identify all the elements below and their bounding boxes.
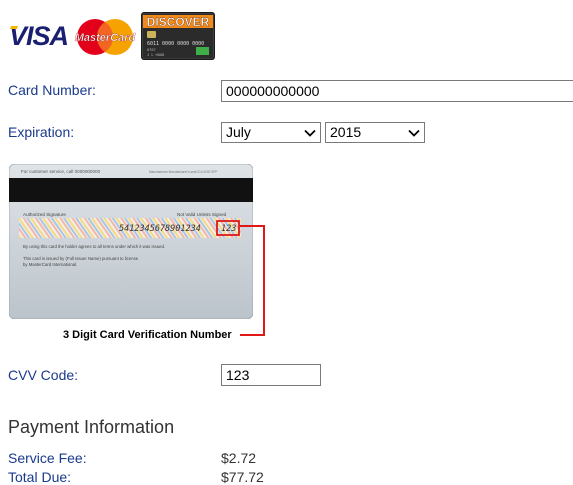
expiration-year-value: 2015: [330, 124, 362, 140]
discover-card-logo: DISCOVER 6011 0000 0000 0000 0707 J L HO…: [141, 12, 215, 60]
card-back-not-valid: Not Valid Unless Signed: [177, 212, 227, 217]
service-fee-label: Service Fee:: [8, 450, 87, 466]
svg-text:6011 0000 0000 0000: 6011 0000 0000 0000: [147, 41, 204, 47]
card-back-signature-number: 5412345678901234: [119, 224, 201, 234]
card-back-signature-label: Authorized Signature: [23, 212, 66, 217]
expiration-month-value: July: [226, 124, 251, 140]
card-back-issued-line1: This card is issued by (Full Issuer Name…: [23, 256, 139, 261]
total-due-value: $77.72: [221, 469, 264, 485]
card-number-label: Card Number:: [8, 82, 96, 98]
card-back-terms-line: By using this card the holder agrees to …: [23, 244, 165, 249]
card-back-cvv-digits: 123: [221, 224, 236, 234]
svg-text:0707: 0707: [147, 48, 156, 52]
expiration-label: Expiration:: [8, 124, 75, 140]
service-fee-value: $2.72: [221, 450, 257, 466]
cvv-code-label: CVV Code:: [8, 367, 79, 383]
cvv-code-input[interactable]: 123: [221, 364, 321, 386]
card-back-issued-line2: by MasterCard International.: [23, 262, 77, 267]
chevron-down-icon: [304, 129, 316, 137]
svg-text:Manufacturer Manufacturer's s: Manufacturer Manufacturer's seal ICA 000…: [149, 170, 218, 174]
visa-logo: VISA: [9, 21, 69, 50]
card-back-service-text: For customer service, call 0000000000: [21, 169, 101, 174]
cvv-code-value: 123: [226, 367, 250, 383]
svg-text:J L HOOD: J L HOOD: [147, 53, 164, 57]
cvv-caption: 3 Digit Card Verification Number: [63, 329, 232, 341]
expiration-year-select[interactable]: 2015: [325, 122, 425, 143]
total-due-label: Total Due:: [8, 469, 72, 485]
card-number-value: 000000000000: [226, 83, 320, 99]
payment-information-heading: Payment Information: [8, 417, 175, 437]
card-back-image: For customer service, call 0000000000 Ma…: [9, 164, 253, 319]
discover-logo-text: DISCOVER: [147, 15, 210, 29]
expiration-month-select[interactable]: July: [221, 122, 321, 143]
mastercard-logo-text: MasterCard: [75, 32, 136, 44]
card-number-input[interactable]: 000000000000: [221, 80, 573, 102]
chevron-down-icon: [408, 129, 420, 137]
mastercard-logo: MasterCard: [72, 17, 138, 57]
cvv-callout-line: [240, 225, 265, 336]
visa-logo-text: VISA: [9, 21, 68, 50]
